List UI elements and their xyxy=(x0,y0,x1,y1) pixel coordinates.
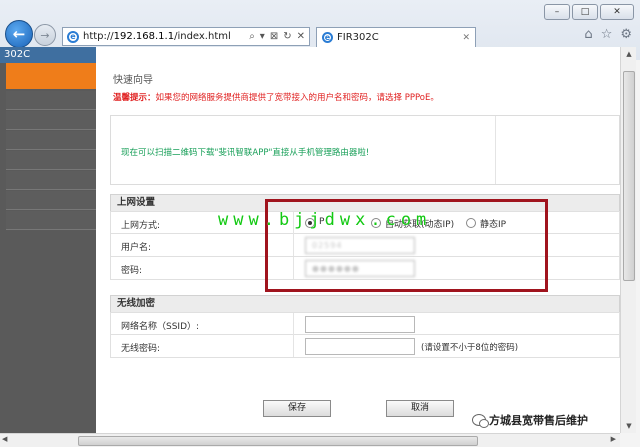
cancel-button[interactable]: 取消 xyxy=(386,400,454,417)
scroll-up-icon[interactable]: ▲ xyxy=(621,47,637,61)
method-label: 上网方式: xyxy=(121,221,161,231)
wifi-password-label: 无线密码: xyxy=(121,344,161,354)
sidebar-item[interactable] xyxy=(6,191,96,210)
stop-icon[interactable]: ✕ xyxy=(297,31,305,42)
scroll-down-icon[interactable]: ▼ xyxy=(621,419,637,433)
vertical-scrollbar[interactable]: ▲ ▼ xyxy=(620,47,636,433)
star-icon[interactable]: ☆ xyxy=(601,27,613,42)
horizontal-scrollbar[interactable]: ◀ ▶ xyxy=(0,433,620,447)
search-icon[interactable]: ⌕ xyxy=(249,31,255,42)
sidebar-item[interactable] xyxy=(6,111,96,130)
page-title: 快速向导 xyxy=(113,75,153,86)
refresh-icon[interactable]: ↻ xyxy=(283,31,291,42)
browser-toolbar: ⌂ ☆ ⚙ xyxy=(584,27,632,42)
home-icon[interactable]: ⌂ xyxy=(584,27,592,42)
gear-icon[interactable]: ⚙ xyxy=(620,27,632,42)
scroll-right-icon[interactable]: ▶ xyxy=(611,435,616,443)
url-path: /index.html xyxy=(174,31,231,42)
url-prefix: http:// xyxy=(83,31,114,42)
back-button[interactable]: ← xyxy=(5,20,33,48)
tab-fir302c[interactable]: e FIR302C ✕ xyxy=(316,27,476,47)
wifi-password-hint: (请设置不小于8位的密码) xyxy=(421,343,519,353)
arrow-left-icon: ← xyxy=(12,25,26,43)
wireless-section-title: 无线加密 xyxy=(110,295,620,312)
wifi-password-row: 无线密码: (请设置不小于8位的密码) xyxy=(110,335,620,358)
username-label: 用户名: xyxy=(121,243,152,253)
sidebar-item[interactable] xyxy=(6,151,96,170)
arrow-right-icon: → xyxy=(40,28,50,42)
wechat-credit: 方城县宽带售后维护 xyxy=(472,412,588,428)
window-controls: – □ ✕ xyxy=(544,4,634,20)
address-bar[interactable]: e http://192.168.1.1/index.html ⌕ ▾ ⊠ ↻ … xyxy=(62,27,310,46)
tip-label: 温馨提示： xyxy=(113,93,156,103)
url-host: 192.168.1.1 xyxy=(113,31,175,42)
ssid-label: 网络名称（SSID）: xyxy=(121,322,200,332)
tip-pppoe: PPPoE。 xyxy=(404,93,439,103)
sidebar-item[interactable] xyxy=(6,91,96,110)
ie-logo-icon: e xyxy=(67,30,79,43)
ie-tab-icon: e xyxy=(322,32,333,43)
credit-text: 方城县宽带售后维护 xyxy=(489,414,588,427)
sidebar-title: 302C xyxy=(0,47,96,63)
wifi-password-input[interactable] xyxy=(305,338,415,355)
ssid-row: 网络名称（SSID）: xyxy=(110,312,620,335)
app-promo-box: 现在可以扫描二维码下载"斐讯智联APP"直接从手机管理路由器啦! xyxy=(110,115,620,185)
sidebar-item[interactable] xyxy=(6,131,96,150)
watermark: www.bjjdwx.com xyxy=(218,210,432,230)
url-text[interactable]: http://192.168.1.1/index.html xyxy=(83,31,249,42)
close-icon[interactable]: ✕ xyxy=(600,4,634,20)
tab-close-icon[interactable]: ✕ xyxy=(462,33,470,43)
compatibility-icon[interactable]: ⊠ xyxy=(270,31,278,42)
sidebar-item-active[interactable] xyxy=(6,63,96,89)
scroll-left-icon[interactable]: ◀ xyxy=(2,435,7,443)
divider xyxy=(293,335,294,357)
vertical-scroll-thumb[interactable] xyxy=(623,71,635,281)
forward-button[interactable]: → xyxy=(34,24,56,46)
tip-text: 如果您的网络服务提供商提供了宽带接入的用户名和密码，请选择 xyxy=(155,93,403,103)
horizontal-scroll-thumb[interactable] xyxy=(78,436,478,446)
app-promo-text: 现在可以扫描二维码下载"斐讯智联APP"直接从手机管理路由器啦! xyxy=(121,148,370,158)
warm-tip: 温馨提示：如果您的网络服务提供商提供了宽带接入的用户名和密码，请选择 PPPoE… xyxy=(113,91,439,103)
address-tools: ⌕ ▾ ⊠ ↻ ✕ xyxy=(249,31,305,42)
sidebar-item[interactable] xyxy=(6,211,96,230)
tab-title: FIR302C xyxy=(337,32,379,43)
sidebar: 302C xyxy=(0,47,96,435)
dropdown-icon[interactable]: ▾ xyxy=(260,31,265,42)
maximize-icon[interactable]: □ xyxy=(572,4,598,20)
wechat-icon xyxy=(472,414,489,428)
qr-code-area xyxy=(495,116,619,184)
save-button[interactable]: 保存 xyxy=(263,400,331,417)
minimize-icon[interactable]: – xyxy=(544,4,570,20)
divider xyxy=(293,313,294,335)
password-label: 密码: xyxy=(121,266,143,276)
ssid-input[interactable] xyxy=(305,316,415,333)
sidebar-item[interactable] xyxy=(6,171,96,190)
